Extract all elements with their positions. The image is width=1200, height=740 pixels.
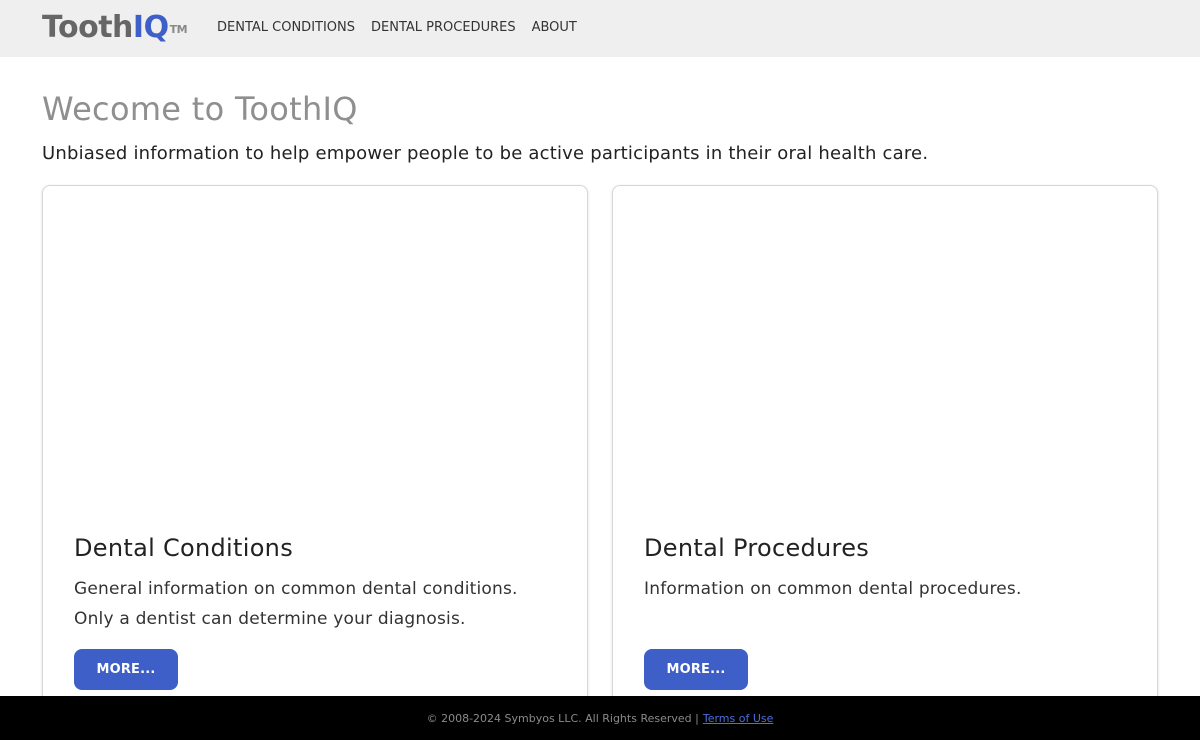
page-title: Wecome to ToothIQ bbox=[42, 90, 358, 128]
nav-link-dental-procedures[interactable]: DENTAL PROCEDURES bbox=[371, 20, 516, 35]
more-button-dental-procedures[interactable]: MORE... bbox=[644, 649, 748, 690]
page-subtitle: Unbiased information to help empower peo… bbox=[42, 143, 929, 164]
logo-text-tooth: Tooth bbox=[42, 10, 133, 45]
main-nav: DENTAL CONDITIONS DENTAL PROCEDURES ABOU… bbox=[217, 20, 577, 35]
more-button-dental-conditions[interactable]: MORE... bbox=[74, 649, 178, 690]
card-description: General information on common dental con… bbox=[74, 579, 518, 629]
page-footer: © 2008-2024 Symbyos LLC. All Rights Rese… bbox=[0, 696, 1200, 740]
card-dental-procedures: Dental Procedures Information on common … bbox=[612, 185, 1158, 725]
top-navbar: ToothIQTM DENTAL CONDITIONS DENTAL PROCE… bbox=[0, 0, 1200, 57]
logo-trademark: TM bbox=[169, 23, 188, 36]
logo-text-iq: IQ bbox=[132, 10, 169, 45]
card-description: Information on common dental procedures. bbox=[644, 579, 1022, 599]
toothiq-logo[interactable]: ToothIQTM bbox=[42, 9, 188, 47]
card-title: Dental Procedures bbox=[644, 534, 870, 562]
nav-link-about[interactable]: ABOUT bbox=[532, 20, 577, 35]
nav-link-dental-conditions[interactable]: DENTAL CONDITIONS bbox=[217, 20, 355, 35]
card-dental-conditions: Dental Conditions General information on… bbox=[42, 185, 588, 725]
card-title: Dental Conditions bbox=[74, 534, 294, 562]
footer-copyright: © 2008-2024 Symbyos LLC. All Rights Rese… bbox=[426, 711, 699, 725]
terms-of-use-link[interactable]: Terms of Use bbox=[703, 712, 774, 725]
